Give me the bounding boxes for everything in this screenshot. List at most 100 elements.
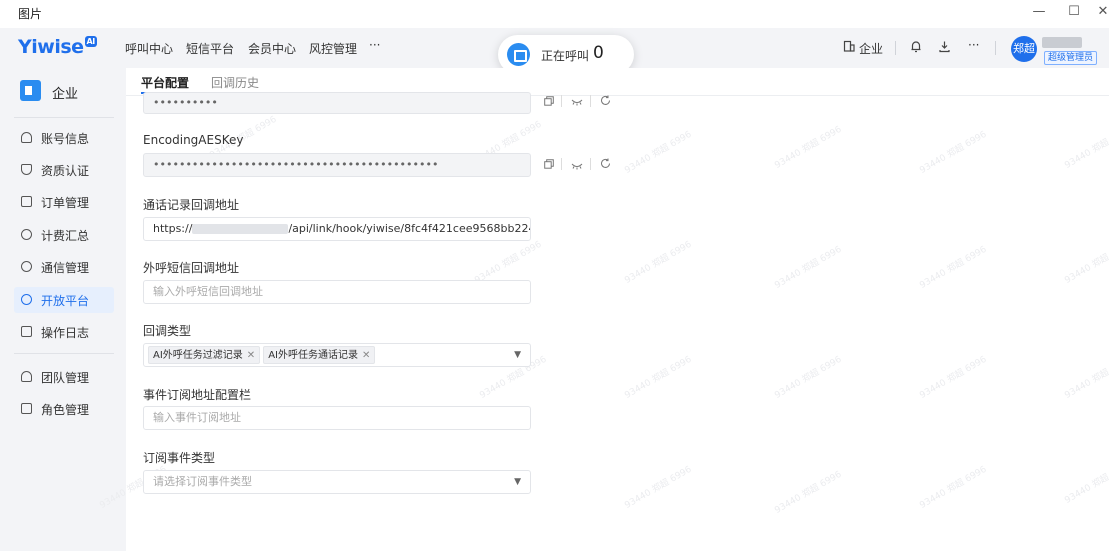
avatar[interactable]: 郑超 xyxy=(1011,36,1037,62)
window-titlebar: 图片 — ☐ ✕ xyxy=(0,0,1109,28)
role-badge: 超级管理员 xyxy=(1044,51,1098,65)
watermark: 93440 郑超 6996 xyxy=(1063,355,1109,401)
sidebar-item-roles[interactable]: 角色管理 xyxy=(14,396,114,422)
sidebar-item-label: 计费汇总 xyxy=(41,229,90,243)
user-icon xyxy=(21,132,32,143)
sidebar-item-qualification[interactable]: 资质认证 xyxy=(14,157,114,183)
sidebar-item-label: 团队管理 xyxy=(41,371,90,385)
callback-type-tag: AI外呼任务通话记录 ✕ xyxy=(263,346,376,364)
open-platform-icon xyxy=(21,294,32,305)
sidebar-item-label: 账号信息 xyxy=(41,132,90,146)
nav-item-member-center[interactable]: 会员中心 xyxy=(248,40,296,57)
tag-close-icon[interactable]: ✕ xyxy=(362,350,370,361)
calling-label: 正在呼叫 xyxy=(541,49,590,63)
sidebar-item-label: 角色管理 xyxy=(41,403,90,417)
eye-closed-icon[interactable] xyxy=(571,96,583,109)
callback-type-tag: AI外呼任务过滤记录 ✕ xyxy=(148,346,261,364)
watermark: 93440 郑超 6996 xyxy=(623,464,694,511)
nav-item-call-center[interactable]: 呼叫中心 xyxy=(125,40,173,57)
nav-divider xyxy=(895,41,896,55)
action-divider xyxy=(590,95,591,107)
event-type-select[interactable]: 请选择订阅事件类型 ▼ xyxy=(143,470,531,494)
sidebar-item-label: 通信管理 xyxy=(41,261,90,275)
download-icon[interactable] xyxy=(938,40,951,56)
sms-callback-input[interactable]: 输入外呼短信回调地址 xyxy=(143,280,531,304)
nav-item-sms-platform[interactable]: 短信平台 xyxy=(186,40,234,57)
watermark: 93440 郑超 6996 xyxy=(918,129,989,176)
sidebar-item-label: 开放平台 xyxy=(41,294,90,308)
sidebar-item-label: 订单管理 xyxy=(41,196,90,210)
copy-icon[interactable] xyxy=(544,96,554,109)
refresh-icon[interactable] xyxy=(600,158,611,172)
lock-icon xyxy=(21,403,32,414)
watermark: 93440 郑超 6996 xyxy=(1063,125,1109,171)
document-icon xyxy=(21,196,32,207)
shield-icon xyxy=(21,164,32,175)
token-field[interactable]: •••••••••• xyxy=(143,92,531,114)
tag-close-icon[interactable]: ✕ xyxy=(247,350,255,361)
refresh-icon[interactable] xyxy=(600,95,611,109)
sidebar: 企业 账号信息 资质认证 订单管理 计费汇总 通信管理 开放平台 操作日志 团队… xyxy=(0,68,126,551)
window-title: 图片 xyxy=(18,7,43,21)
sidebar-header-label: 企业 xyxy=(52,87,79,102)
sidebar-item-billing[interactable]: 计费汇总 xyxy=(14,222,114,248)
yiwise-logo[interactable]: Yiwise AI xyxy=(18,36,97,58)
copy-icon[interactable] xyxy=(544,159,554,172)
calling-icon xyxy=(507,43,530,66)
aes-key-label: EncodingAESKey xyxy=(143,133,244,147)
event-address-label: 事件订阅地址配置栏 xyxy=(143,388,252,402)
watermark: 93440 郑超 6996 xyxy=(773,469,844,516)
event-type-label: 订阅事件类型 xyxy=(143,451,216,465)
aes-key-field[interactable]: ••••••••••••••••••••••••••••••••••••••••… xyxy=(143,153,531,177)
watermark: 93440 郑超 6996 xyxy=(1063,460,1109,506)
watermark: 93440 郑超 6996 xyxy=(473,239,544,286)
clock-icon xyxy=(21,229,32,240)
watermark: 93440 郑超 6996 xyxy=(623,129,694,176)
bell-icon[interactable] xyxy=(910,40,922,56)
callback-type-select[interactable]: AI外呼任务过滤记录 ✕ AI外呼任务通话记录 ✕ ▼ xyxy=(143,343,531,367)
sidebar-item-label: 操作日志 xyxy=(41,326,90,340)
calling-count: 0 xyxy=(593,43,604,63)
more-icon[interactable]: ··· xyxy=(968,38,979,52)
log-icon xyxy=(21,326,32,337)
eye-closed-icon[interactable] xyxy=(571,160,583,173)
watermark: 93440 郑超 6996 xyxy=(623,354,694,401)
call-record-callback-input[interactable]: https:///api/link/hook/yiwise/8fc4f421ce… xyxy=(143,217,531,241)
building-icon xyxy=(843,40,855,55)
sidebar-item-operation-log[interactable]: 操作日志 xyxy=(14,319,114,345)
team-icon xyxy=(21,371,32,382)
dropdown-arrow-icon[interactable]: ▼ xyxy=(514,471,521,493)
nav-divider xyxy=(995,41,996,55)
dropdown-arrow-icon[interactable]: ▼ xyxy=(514,344,521,366)
action-divider xyxy=(561,95,562,107)
watermark: 93440 郑超 6996 xyxy=(773,354,844,401)
tab-platform-config[interactable]: 平台配置 xyxy=(141,74,189,91)
redacted-domain xyxy=(192,224,289,234)
watermark: 93440 郑超 6996 xyxy=(1063,240,1109,286)
watermark: 93440 郑超 6996 xyxy=(918,354,989,401)
username-redacted xyxy=(1042,37,1082,48)
sidebar-divider xyxy=(14,117,114,118)
sidebar-item-team[interactable]: 团队管理 xyxy=(14,364,114,390)
sidebar-item-label: 资质认证 xyxy=(41,164,90,178)
sidebar-divider xyxy=(14,353,114,354)
sidebar-item-account-info[interactable]: 账号信息 xyxy=(14,125,114,151)
sidebar-item-communication[interactable]: 通信管理 xyxy=(14,254,114,280)
sms-callback-label: 外呼短信回调地址 xyxy=(143,261,240,275)
sidebar-item-orders[interactable]: 订单管理 xyxy=(14,189,114,215)
maximize-icon[interactable]: ☐ xyxy=(1064,2,1084,22)
enterprise-icon xyxy=(20,80,41,101)
watermark: 93440 郑超 6996 xyxy=(918,244,989,291)
close-icon[interactable]: ✕ xyxy=(1093,2,1109,22)
watermark: 93440 郑超 6996 xyxy=(623,239,694,286)
event-address-input[interactable]: 输入事件订阅地址 xyxy=(143,406,531,430)
callback-type-label: 回调类型 xyxy=(143,324,192,338)
watermark: 93440 郑超 6996 xyxy=(918,464,989,511)
minimize-icon[interactable]: — xyxy=(1029,2,1049,22)
nav-more-button[interactable]: ··· xyxy=(369,38,380,52)
nav-item-risk-control[interactable]: 风控管理 xyxy=(309,40,357,57)
enterprise-switch[interactable]: 企业 xyxy=(859,40,883,57)
tab-callback-history[interactable]: 回调历史 xyxy=(211,74,259,91)
sidebar-item-open-platform[interactable]: 开放平台 xyxy=(14,287,114,313)
watermark: 93440 郑超 6996 xyxy=(773,244,844,291)
